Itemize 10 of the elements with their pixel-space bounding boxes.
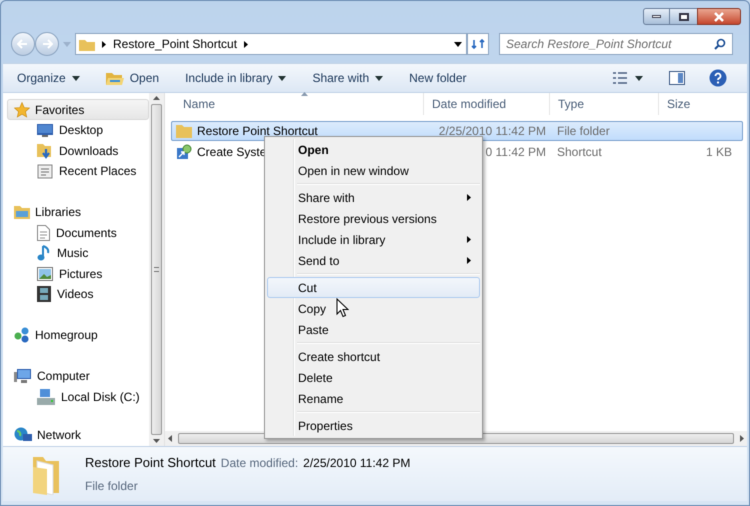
file-size: 1 KB: [706, 144, 732, 161]
file-name: Restore Point Shortcut: [85, 454, 216, 472]
date-label: Date modified:: [220, 455, 298, 472]
date-modified: 2/25/2010 11:42 PM: [438, 123, 546, 140]
file-type: File folder: [557, 124, 610, 138]
file-name: Restore Point Shortcut: [197, 123, 318, 140]
file-type: File folder: [85, 478, 139, 494]
file-type: Shortcut: [557, 145, 602, 159]
date-modified: 0 11:42 PM: [486, 144, 546, 161]
date-value: 2/25/2010 11:42 PM: [303, 455, 410, 472]
